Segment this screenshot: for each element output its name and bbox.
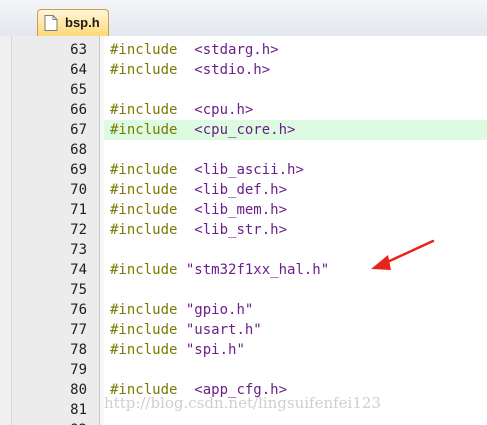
code-text: #include <lib_mem.h> — [110, 200, 287, 220]
line-number: 81 — [70, 402, 87, 418]
code-text: #include <lib_def.h> — [110, 180, 287, 200]
line-number: 76 — [70, 302, 87, 318]
file-icon — [44, 15, 58, 31]
tab-label: bsp.h — [65, 15, 100, 30]
code-line[interactable]: 79 — [0, 360, 487, 380]
line-number: 79 — [70, 362, 87, 378]
code-text: #include <stdarg.h> — [110, 40, 279, 60]
code-line[interactable]: 66 #include <cpu.h> — [0, 100, 487, 120]
include-target: <stdarg.h> — [194, 42, 279, 58]
code-line[interactable]: 74 #include "stm32f1xx_hal.h" — [0, 260, 487, 280]
watermark-text: http://blog.csdn.net/lingsuifenfei123 — [104, 394, 381, 412]
code-text: #include <cpu.h> — [110, 100, 253, 120]
code-text: #include "gpio.h" — [110, 300, 253, 320]
include-target: "stm32f1xx_hal.h" — [185, 262, 330, 278]
code-line[interactable]: 70 #include <lib_def.h> — [0, 180, 487, 200]
code-line[interactable]: 75 — [0, 280, 487, 300]
line-number: 71 — [70, 202, 87, 218]
preprocessor-keyword: #include — [110, 42, 178, 58]
include-target: "usart.h" — [185, 322, 262, 338]
line-number: 70 — [70, 182, 87, 198]
line-number: 72 — [70, 222, 87, 238]
code-line[interactable]: 73 — [0, 240, 487, 260]
code-text: #include <stdio.h> — [110, 60, 270, 80]
include-target: "spi.h" — [185, 342, 245, 358]
tab-bar: bsp.h — [0, 0, 487, 37]
line-number: 65 — [70, 82, 87, 98]
include-target: <lib_ascii.h> — [194, 162, 304, 178]
code-line[interactable]: 82 — [0, 420, 487, 425]
line-number: 63 — [70, 42, 87, 58]
preprocessor-keyword: #include — [110, 262, 178, 278]
code-line[interactable]: 69 #include <lib_ascii.h> — [0, 160, 487, 180]
line-number: 66 — [70, 102, 87, 118]
code-line[interactable]: 76 #include "gpio.h" — [0, 300, 487, 320]
code-line[interactable]: 77 #include "usart.h" — [0, 320, 487, 340]
line-number: 80 — [70, 382, 87, 398]
preprocessor-keyword: #include — [110, 342, 178, 358]
include-target: <cpu.h> — [194, 102, 254, 118]
include-target: <cpu_core.h> — [194, 122, 296, 138]
include-target: <lib_mem.h> — [194, 202, 288, 218]
include-target: "gpio.h" — [185, 302, 254, 318]
code-text: #include <cpu_core.h> — [110, 120, 295, 140]
code-line[interactable]: 78 #include "spi.h" — [0, 340, 487, 360]
code-line[interactable]: 71 #include <lib_mem.h> — [0, 200, 487, 220]
code-line-current[interactable]: 67 #include <cpu_core.h> — [0, 120, 487, 140]
line-number: 77 — [70, 322, 87, 338]
line-number: 75 — [70, 282, 87, 298]
code-line[interactable]: 63 #include <stdarg.h> — [0, 40, 487, 60]
preprocessor-keyword: #include — [110, 202, 178, 218]
preprocessor-keyword: #include — [110, 182, 178, 198]
line-number: 67 — [70, 122, 87, 138]
code-text: #include <lib_ascii.h> — [110, 160, 304, 180]
preprocessor-keyword: #include — [110, 302, 178, 318]
code-text: #include "stm32f1xx_hal.h" — [110, 260, 329, 280]
line-number: 69 — [70, 162, 87, 178]
preprocessor-keyword: #include — [110, 322, 178, 338]
code-line[interactable]: 68 — [0, 140, 487, 160]
preprocessor-keyword: #include — [110, 222, 178, 238]
code-lines: 63 #include <stdarg.h> 64 #include <stdio.h… — [0, 40, 487, 425]
code-line[interactable]: 65 — [0, 80, 487, 100]
line-number: 78 — [70, 342, 87, 358]
preprocessor-keyword: #include — [110, 122, 178, 138]
preprocessor-keyword: #include — [110, 162, 178, 178]
include-target: <lib_str.h> — [194, 222, 288, 238]
include-target: <lib_def.h> — [194, 182, 288, 198]
line-number: 64 — [70, 62, 87, 78]
tab-bsp-h[interactable]: bsp.h — [37, 9, 109, 36]
line-number: 74 — [70, 262, 87, 278]
preprocessor-keyword: #include — [110, 102, 178, 118]
code-line[interactable]: 72 #include <lib_str.h> — [0, 220, 487, 240]
code-editor[interactable]: 63 #include <stdarg.h> 64 #include <stdio.h… — [0, 36, 487, 425]
code-text: #include "usart.h" — [110, 320, 262, 340]
line-number: 82 — [12, 420, 87, 425]
code-text: #include <lib_str.h> — [110, 220, 287, 240]
code-line[interactable]: 64 #include <stdio.h> — [0, 60, 487, 80]
include-target: <stdio.h> — [194, 62, 271, 78]
preprocessor-keyword: #include — [110, 62, 178, 78]
line-number: 73 — [70, 242, 87, 258]
line-number: 68 — [70, 142, 87, 158]
code-text: #include "spi.h" — [110, 340, 245, 360]
